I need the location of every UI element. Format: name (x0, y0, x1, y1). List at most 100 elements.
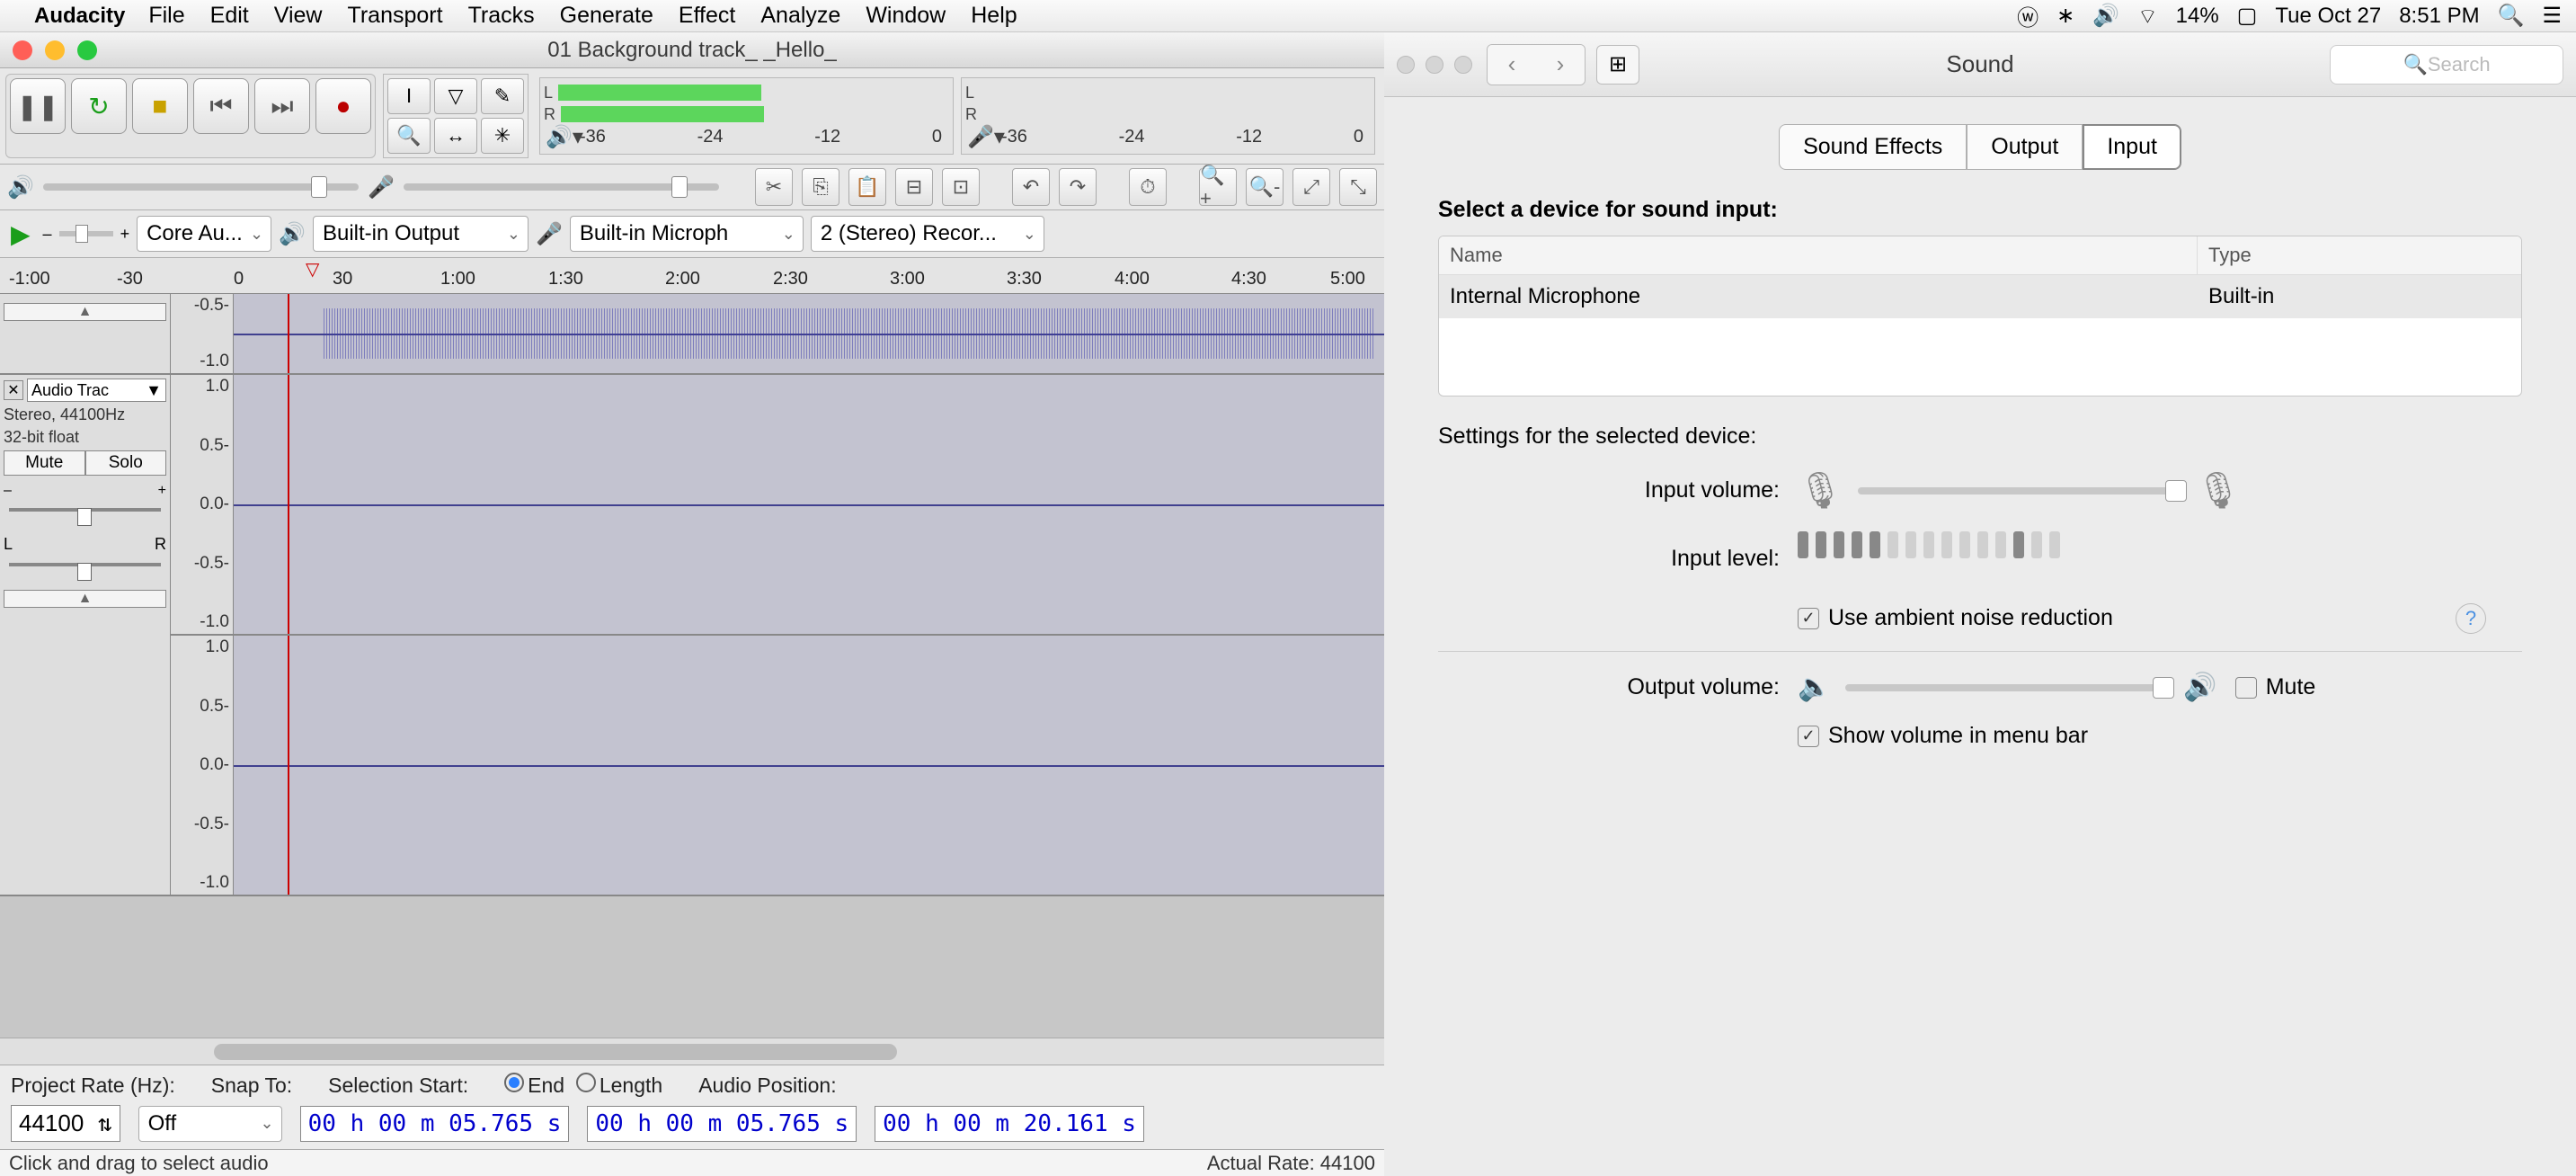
menu-window[interactable]: Window (866, 3, 946, 29)
selection-end-field[interactable]: 00 h 00 m 05.765 s (587, 1106, 857, 1142)
track-format: Stereo, 44100Hz (4, 405, 166, 424)
zoom-fit-button[interactable]: ⤡ (1339, 168, 1377, 206)
record-meter[interactable]: L R -36-24-120 🎤▾ (961, 77, 1375, 155)
envelope-tool[interactable]: ▽ (434, 78, 477, 114)
selection-start-field[interactable]: 00 h 00 m 05.765 s (300, 1106, 570, 1142)
track2-scale-r: 1.00.5-0.0--0.5--1.0 (171, 636, 234, 895)
trim-button[interactable]: ⊟ (895, 168, 933, 206)
menu-effect[interactable]: Effect (679, 3, 735, 29)
speaker-icon[interactable]: 🔊▾ (546, 124, 583, 150)
timeline-ruler[interactable]: -1:00 -30 0 30 1:00 1:30 2:00 2:30 3:00 … (0, 258, 1384, 294)
tools-toolbar: I ▽ ✎ 🔍 ↔ ✳ (383, 74, 529, 158)
spotlight-icon[interactable]: 🔍 (2498, 3, 2525, 29)
undo-button[interactable]: ↶ (1012, 168, 1050, 206)
col-type[interactable]: Type (2198, 236, 2521, 274)
zoom-sel-button[interactable]: ⤢ (1292, 168, 1330, 206)
track2-wave-l[interactable] (234, 375, 1384, 634)
skip-end-button[interactable]: ⏭ (254, 78, 310, 134)
gain-slider[interactable] (9, 508, 161, 526)
record-volume-slider[interactable] (404, 183, 719, 191)
h-scrollbar[interactable] (0, 1038, 1384, 1065)
selection-tool[interactable]: I (387, 78, 431, 114)
input-volume-slider[interactable] (1858, 487, 2181, 494)
timeshift-tool[interactable]: ↔ (434, 118, 477, 154)
menu-icon[interactable]: ☰ (2542, 3, 2562, 29)
menu-generate[interactable]: Generate (560, 3, 653, 29)
input-level-label: Input level: (1438, 546, 1798, 572)
cut-button[interactable]: ✂ (755, 168, 793, 206)
menu-tracks[interactable]: Tracks (468, 3, 535, 29)
pan-slider[interactable] (9, 563, 161, 581)
draw-tool[interactable]: ✎ (481, 78, 524, 114)
end-radio[interactable] (504, 1073, 524, 1092)
col-name[interactable]: Name (1439, 236, 2198, 274)
noise-reduction-checkbox[interactable]: ✓ (1798, 608, 1819, 629)
redo-button[interactable]: ↷ (1059, 168, 1097, 206)
wifi-icon[interactable]: ⌔ (2137, 3, 2158, 30)
skip-start-button[interactable]: ⏮ (193, 78, 249, 134)
copy-button[interactable]: ⎘ (802, 168, 839, 206)
battery-icon[interactable]: ▢ (2237, 3, 2258, 29)
input-heading: Select a device for sound input: (1438, 197, 2522, 223)
tracks-area: ▲ -0.5- -1.0 ✕ Audio Trac▼ Stereo, 44100… (0, 294, 1384, 1038)
show-volume-label: Show volume in menu bar (1828, 723, 2088, 749)
pause-button[interactable]: ❚❚ (10, 78, 66, 134)
mute-button[interactable]: Mute (4, 450, 85, 476)
collapse-button[interactable]: ▲ (4, 303, 166, 321)
zoom-tool[interactable]: 🔍 (387, 118, 431, 154)
channels-select[interactable]: 2 (Stereo) Recor... (811, 216, 1044, 252)
playhead-marker[interactable]: ▽ (306, 258, 319, 290)
track1-wave[interactable] (234, 294, 1384, 373)
track-menu[interactable]: Audio Trac▼ (27, 379, 166, 402)
menu-analyze[interactable]: Analyze (760, 3, 840, 29)
tab-output[interactable]: Output (1967, 124, 2083, 170)
mic-icon: 🎤 (368, 174, 395, 200)
play-button[interactable]: ↻ (71, 78, 127, 134)
playback-volume-slider[interactable] (43, 183, 359, 191)
mic-icon[interactable]: 🎤▾ (967, 124, 1005, 150)
snap-to-select[interactable]: Off (138, 1106, 282, 1142)
status-icon[interactable]: ⓦ (2017, 0, 2039, 31)
time[interactable]: 8:51 PM (2399, 4, 2479, 29)
device-row[interactable]: Internal Microphone Built-in (1439, 275, 2521, 318)
audio-host-select[interactable]: Core Au... (137, 216, 271, 252)
tab-input[interactable]: Input (2083, 124, 2181, 170)
app-name[interactable]: Audacity (34, 4, 125, 29)
zoom-in-button[interactable]: 🔍+ (1199, 168, 1237, 206)
collapse-button[interactable]: ▲ (4, 590, 166, 608)
silence-button[interactable]: ⊡ (942, 168, 980, 206)
menu-view[interactable]: View (274, 3, 323, 29)
track2-head[interactable]: ✕ Audio Trac▼ Stereo, 44100Hz 32-bit flo… (0, 375, 171, 895)
tab-sound-effects[interactable]: Sound Effects (1779, 124, 1967, 170)
multi-tool[interactable]: ✳ (481, 118, 524, 154)
track-close-button[interactable]: ✕ (4, 380, 23, 400)
audio-position-field[interactable]: 00 h 00 m 20.161 s (875, 1106, 1144, 1142)
battery-pct[interactable]: 14% (2176, 4, 2219, 29)
mute-checkbox[interactable] (2235, 677, 2257, 699)
date[interactable]: Tue Oct 27 (2275, 4, 2381, 29)
speaker-high-icon: 🔊 (2183, 672, 2216, 703)
length-radio[interactable] (576, 1073, 596, 1092)
help-button[interactable]: ? (2456, 603, 2486, 634)
menu-edit[interactable]: Edit (210, 3, 249, 29)
paste-button[interactable]: 📋 (848, 168, 886, 206)
play-icon[interactable]: ▶ (11, 219, 31, 249)
track2-wave-r[interactable] (234, 636, 1384, 895)
output-device-select[interactable]: Built-in Output (313, 216, 529, 252)
volume-icon[interactable]: 🔊 (2092, 3, 2119, 29)
output-volume-slider[interactable] (1845, 684, 2169, 691)
playback-meter[interactable]: L R -36-24-120 🔊▾ (539, 77, 954, 155)
track1-head[interactable]: ▲ (0, 294, 171, 373)
sync-lock-button[interactable]: ⏱ (1129, 168, 1167, 206)
bluetooth-icon[interactable]: ∗ (2056, 3, 2074, 29)
menu-help[interactable]: Help (971, 3, 1017, 29)
menu-transport[interactable]: Transport (348, 3, 443, 29)
stop-button[interactable]: ■ (132, 78, 188, 134)
record-button[interactable]: ● (315, 78, 371, 134)
project-rate-field[interactable]: 44100 ⇅ (11, 1105, 120, 1142)
menu-file[interactable]: File (148, 3, 184, 29)
solo-button[interactable]: Solo (85, 450, 167, 476)
show-volume-checkbox[interactable]: ✓ (1798, 726, 1819, 747)
zoom-out-button[interactable]: 🔍- (1246, 168, 1284, 206)
input-device-select[interactable]: Built-in Microph (570, 216, 804, 252)
